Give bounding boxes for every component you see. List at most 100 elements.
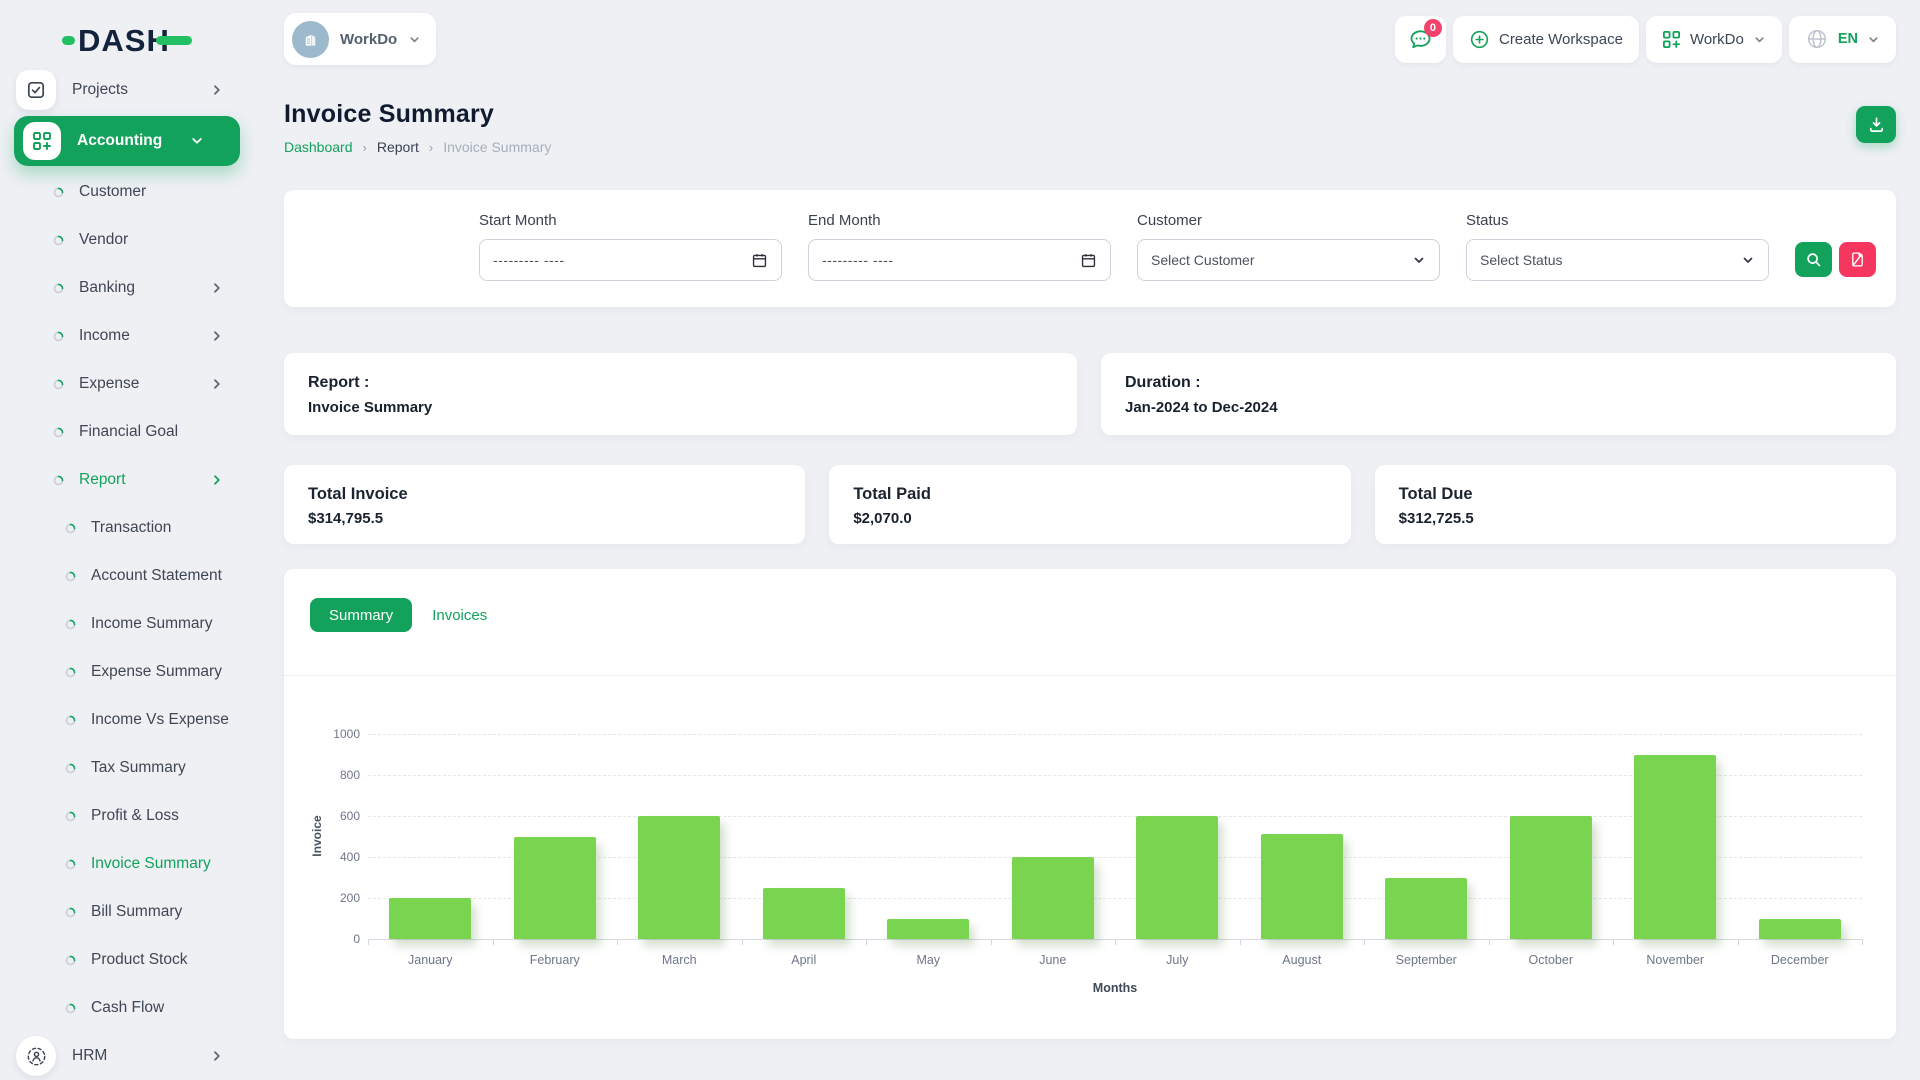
sidebar-item-vendor[interactable]: Vendor [0,216,260,264]
download-icon [1867,115,1886,134]
sidebar-item-label: Financial Goal [79,423,178,441]
sidebar-menu: Projects Accounting Customer Vendor Banking I… [0,66,260,1080]
bullet-icon [53,379,64,390]
sidebar-item-product-stock[interactable]: Product Stock [0,936,260,984]
sidebar-item-expense-summary[interactable]: Expense Summary [0,648,260,696]
x-tick-label-february: February [493,953,618,967]
page-head: Invoice Summary Dashboard › Report › Inv… [284,100,1896,155]
sidebar-item-tax-summary[interactable]: Tax Summary [0,744,260,792]
sidebar-item-income-vs-expense[interactable]: Income Vs Expense [0,696,260,744]
bar-december [1759,919,1841,940]
person-target-icon [16,1036,56,1076]
status-select-value: Select Status [1480,252,1563,268]
sidebar-item-label: Report [79,471,126,489]
bar-november [1634,755,1716,940]
chevron-right-icon [210,377,224,391]
sidebar-item-label: Income [79,327,130,345]
x-axis-tick [742,939,743,945]
end-month-placeholder: --------- ---- [822,252,894,268]
sidebar-item-cash-flow[interactable]: Cash Flow [0,984,260,1032]
chevron-down-icon [1753,33,1766,46]
bar-august [1261,834,1343,939]
sidebar-item-invoice-summary[interactable]: Invoice Summary [0,840,260,888]
x-axis-tick [1613,939,1614,945]
x-axis-tick [368,939,369,945]
bullet-icon [65,667,76,678]
breadcrumb-report-link[interactable]: Report [377,139,419,155]
x-axis-tick [1738,939,1739,945]
chevron-right-icon [210,473,224,487]
building-icon [301,30,320,49]
duration-value: Jan-2024 to Dec-2024 [1125,399,1872,416]
duration-card: Duration : Jan-2024 to Dec-2024 [1101,353,1896,435]
sidebar-item-customer[interactable]: Customer [0,168,260,216]
sidebar-item-account-statement[interactable]: Account Statement [0,552,260,600]
export-download-button[interactable] [1856,106,1896,143]
bar-june [1012,857,1094,939]
x-tick-label-june: June [991,953,1116,967]
status-label: Status [1466,212,1769,229]
workspace-name: WorkDo [340,31,397,48]
start-month-input[interactable]: --------- ---- [479,239,782,281]
sidebar-item-label: Expense Summary [91,663,222,681]
sidebar-item-accounting[interactable]: Accounting [14,116,240,166]
bullet-icon [65,523,76,534]
x-axis-tick [1364,939,1365,945]
breadcrumb: Dashboard › Report › Invoice Summary [284,139,551,155]
breadcrumb-dashboard-link[interactable]: Dashboard [284,139,353,155]
bullet-icon [65,859,76,870]
language-code: EN [1838,31,1858,47]
brand-logo: DASH [62,22,260,58]
status-group: Status Select Status [1466,212,1769,307]
sidebar-item-label: Accounting [77,132,162,150]
duration-label: Duration : [1125,374,1872,392]
logo-bar-icon [156,36,192,45]
total-invoice-label: Total Invoice [308,485,781,504]
start-month-group: Start Month --------- ---- [479,212,782,307]
chevron-right-icon [210,83,224,97]
chevron-right-icon [210,281,224,295]
reset-filter-button[interactable] [1839,242,1876,277]
sidebar-item-expense[interactable]: Expense [0,360,260,408]
report-info-row: Report : Invoice Summary Duration : Jan-… [284,353,1896,435]
y-tick-label: 1000 [314,727,360,741]
chevron-right-icon [210,329,224,343]
x-axis-tick [1240,939,1241,945]
bullet-icon [65,907,76,918]
sidebar-item-transaction[interactable]: Transaction [0,504,260,552]
sidebar-item-income-summary[interactable]: Income Summary [0,600,260,648]
sidebar-item-bill-summary[interactable]: Bill Summary [0,888,260,936]
sidebar-item-projects[interactable]: Projects [0,66,260,114]
sidebar-item-banking[interactable]: Banking [0,264,260,312]
create-workspace-button[interactable]: Create Workspace [1453,16,1639,63]
report-value: Invoice Summary [308,399,1053,416]
customer-select[interactable]: Select Customer [1137,239,1440,281]
sidebar-item-income[interactable]: Income [0,312,260,360]
sidebar-item-label: Projects [72,81,128,99]
end-month-label: End Month [808,212,1111,229]
bar-september [1385,878,1467,940]
workdo-app-menu-button[interactable]: WorkDo [1646,16,1782,63]
sidebar-item-report[interactable]: Report [0,456,260,504]
filter-panel: Start Month --------- ---- End Month ---… [284,190,1896,307]
sidebar-item-label: Income Vs Expense [91,711,229,729]
sidebar-item-hrm[interactable]: HRM [0,1032,260,1080]
chevron-down-icon [1741,253,1755,267]
messages-button[interactable]: 0 [1395,16,1446,63]
sidebar-item-financial-goal[interactable]: Financial Goal [0,408,260,456]
end-month-input[interactable]: --------- ---- [808,239,1111,281]
workspace-selector[interactable]: WorkDo [284,13,436,65]
apply-filter-button[interactable] [1795,242,1832,277]
x-tick-label-december: December [1738,953,1863,967]
status-select[interactable]: Select Status [1466,239,1769,281]
x-tick-label-july: July [1115,953,1240,967]
sidebar-item-label: Invoice Summary [91,855,211,873]
language-selector[interactable]: EN [1789,16,1896,63]
sidebar-item-label: Vendor [79,231,128,249]
chart-x-axis-label: Months [368,981,1862,995]
top-header: WorkDo 0 Create Workspace WorkDo [284,8,1896,70]
bar-may [887,919,969,940]
sidebar-item-profit-loss[interactable]: Profit & Loss [0,792,260,840]
main-content: WorkDo 0 Create Workspace WorkDo [260,0,1920,1080]
bullet-icon [65,763,76,774]
